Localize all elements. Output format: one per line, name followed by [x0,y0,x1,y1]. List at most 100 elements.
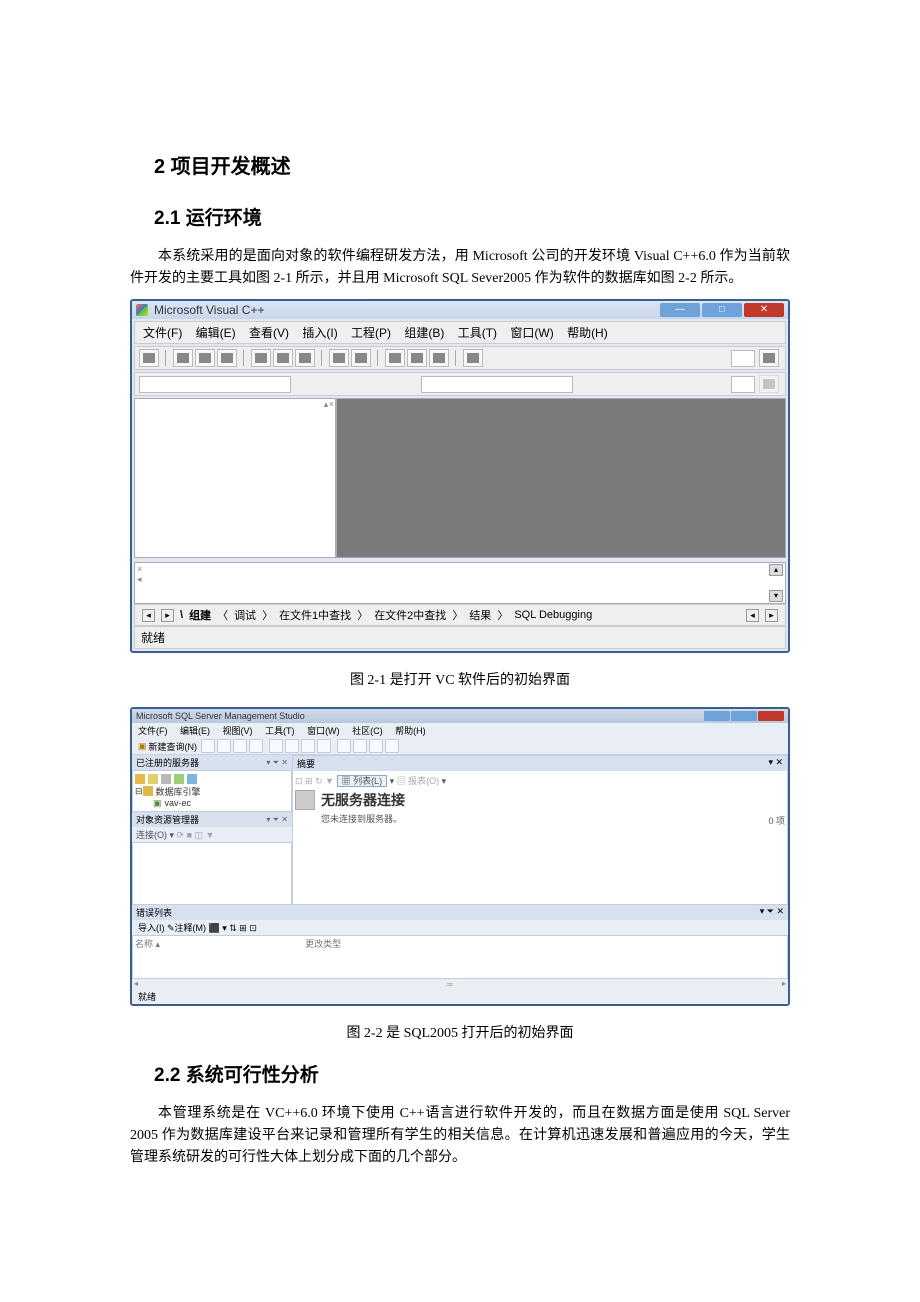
connect-button[interactable]: 连接(O) ▾ [136,830,174,840]
menu-project[interactable]: 工程(P) [351,326,391,340]
registered-servers-header: 已注册的服务器▾ ⏷ ✕ [132,755,292,770]
scroll-down-icon[interactable]: ▾ [769,590,783,602]
list-button[interactable]: ▦ 列表(L) [337,775,388,787]
menu-edit[interactable]: 编辑(E) [180,726,210,736]
member-combo[interactable] [421,376,573,393]
col-change-type[interactable]: 更改类型 [305,939,341,949]
class-combo[interactable] [139,376,291,393]
tab-debug[interactable]: 调试 [234,607,256,623]
new-icon[interactable] [139,349,159,367]
copy-icon[interactable] [273,349,293,367]
find-icon[interactable] [759,349,779,367]
tab-nav-left-icon[interactable]: ◂ [746,609,759,622]
menu-community[interactable]: 社区(C) [352,726,383,736]
summary-tab[interactable]: 摘要 [297,757,315,770]
tab-scroll-left-icon[interactable]: ◂ [142,609,155,622]
cut-icon[interactable] [251,349,271,367]
tree-db-engine[interactable]: ⊟ 数据库引擎 [135,785,289,797]
tab-scroll-right-icon[interactable]: ▸ [161,609,174,622]
scroll-up-icon[interactable]: ▴ [769,564,783,576]
tb-icon[interactable] [317,739,331,753]
section-2-1-p1: 本系统采用的是面向对象的软件编程研发方法，用 Microsoft 公司的开发环境… [130,246,790,289]
tab-build[interactable]: 组建 [189,607,211,623]
maximize-button[interactable]: □ [702,303,742,317]
mdi-client-area [336,398,786,558]
action-combo[interactable] [731,376,755,393]
menu-window[interactable]: 窗口(W) [307,726,340,736]
summary-pane: 摘要▾ ✕ ⊡ ⊞ ↻ ▼ ▦ 列表(L) ▾ ▤ 报表(O) ▾ 无服务器连接… [292,755,788,905]
output-pane[interactable]: ×◂ ▴ ▾ [134,562,786,604]
wand-icon [759,375,779,393]
tab-results[interactable]: 结果 [469,607,491,623]
workspace-pane[interactable]: ▴ × [134,398,336,558]
object-explorer-body[interactable] [132,842,292,905]
figure-2-2-ssms-window: Microsoft SQL Server Management Studio 文… [130,707,790,1006]
tab-sql-debug[interactable]: SQL Debugging [514,609,592,621]
menu-tools[interactable]: 工具(T) [458,326,497,340]
tab-find2[interactable]: 在文件2中查找 [374,607,446,623]
menu-view[interactable]: 视图(V) [223,726,253,736]
new-query-icon[interactable]: ▣ [138,741,147,752]
menu-help[interactable]: 帮助(H) [567,326,608,340]
open-icon[interactable] [173,349,193,367]
ssms-window-title: Microsoft SQL Server Management Studio [136,711,703,721]
output-icon[interactable] [407,349,427,367]
summary-toolbar[interactable]: ⊡ ⊞ ↻ ▼ ▦ 列表(L) ▾ ▤ 报表(O) ▾ [295,773,785,788]
object-explorer-toolbar[interactable]: 连接(O) ▾ ⟳ ■ ◫ ▼ [132,827,292,842]
section-2-1-title: 2.1 运行环境 [154,203,790,230]
undo-icon[interactable] [329,349,349,367]
tree-server-node[interactable]: ▣vav-ec [135,797,289,809]
toolbar-combo[interactable] [731,350,755,367]
menu-file[interactable]: 文件(F) [138,726,168,736]
error-list-toolbar[interactable]: 导入(I) ✎注释(M) ⬛ ▾ ⇅ ⊞ ⊡ [132,920,788,935]
tb-icon[interactable] [285,739,299,753]
find-in-files-icon[interactable] [463,349,483,367]
menu-view[interactable]: 查看(V) [249,326,289,340]
compact-icon[interactable] [187,774,197,784]
tb-icon[interactable] [249,739,263,753]
output-tabs[interactable]: ◂ ▸ \ 组建 〈调试 〉在文件1中查找 〉在文件2中查找 〉结果 〉SQL … [134,604,786,626]
minimize-button[interactable] [704,711,730,721]
error-list-header: 错误列表▾ ⏷ ✕ [132,905,788,920]
close-button[interactable]: ✕ [744,303,784,317]
window-list-icon[interactable] [429,349,449,367]
tb-icon[interactable] [353,739,367,753]
integration-icon[interactable] [174,774,184,784]
tb-icon[interactable] [201,739,215,753]
figure-2-1-caption: 图 2-1 是打开 VC 软件后的初始界面 [130,669,790,689]
reporting-icon[interactable] [161,774,171,784]
tb-icon[interactable] [369,739,383,753]
tb-icon[interactable] [269,739,283,753]
menu-insert[interactable]: 插入(I) [302,326,337,340]
menu-file[interactable]: 文件(F) [143,326,182,340]
ssms-menu-bar[interactable]: 文件(F) 编辑(E) 视图(V) 工具(T) 窗口(W) 社区(C) 帮助(H… [132,723,788,738]
vc-menu-bar[interactable]: 文件(F) 编辑(E) 查看(V) 插入(I) 工程(P) 组建(B) 工具(T… [134,321,786,344]
new-query-button[interactable]: 新建查询(N) [149,740,198,753]
save-all-icon[interactable] [217,349,237,367]
menu-help[interactable]: 帮助(H) [395,726,426,736]
save-icon[interactable] [195,349,215,367]
menu-build[interactable]: 组建(B) [404,326,444,340]
redo-icon[interactable] [351,349,371,367]
menu-tools[interactable]: 工具(T) [265,726,295,736]
error-list-grid[interactable]: 名称 ▴ 更改类型 [132,935,788,979]
tb-icon[interactable] [217,739,231,753]
db-engine-icon[interactable] [135,774,145,784]
paste-icon[interactable] [295,349,315,367]
tb-icon[interactable] [385,739,399,753]
menu-window[interactable]: 窗口(W) [510,326,553,340]
registered-servers-toolbar[interactable] [135,773,289,785]
analysis-icon[interactable] [148,774,158,784]
close-button[interactable] [758,711,784,721]
workspace-icon[interactable] [385,349,405,367]
tab-find1[interactable]: 在文件1中查找 [279,607,351,623]
tb-icon[interactable] [301,739,315,753]
maximize-button[interactable] [731,711,757,721]
tb-icon[interactable] [337,739,351,753]
minimize-button[interactable]: — [660,303,700,317]
tb-icon[interactable] [233,739,247,753]
horizontal-scrollbar[interactable]: ◂ ═ ▸ [132,979,788,989]
col-name[interactable]: 名称 ▴ [135,939,160,949]
menu-edit[interactable]: 编辑(E) [196,326,236,340]
tab-nav-right-icon[interactable]: ▸ [765,609,778,622]
